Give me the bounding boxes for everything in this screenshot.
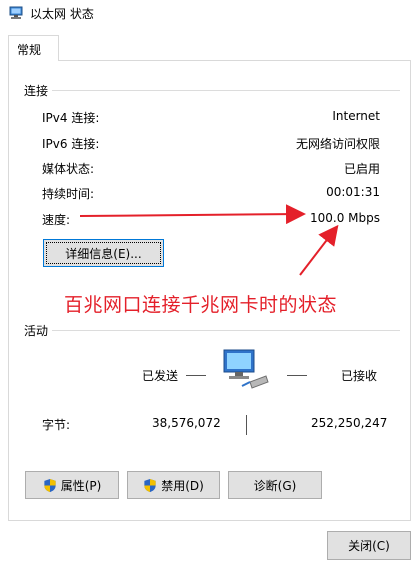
bytes-separator — [246, 415, 247, 435]
diagnose-button[interactable]: 诊断(G) — [228, 471, 322, 499]
ipv6-value: 无网络访问权限 — [295, 137, 380, 151]
connection-heading: 连接 — [24, 82, 53, 99]
bytes-sent-value: 38,576,072 — [152, 416, 221, 430]
disable-button-label: 禁用(D) — [161, 478, 204, 493]
close-button-label: 关闭(C) — [348, 539, 390, 553]
received-label: 已接收 — [341, 369, 378, 383]
activity-group-line — [52, 330, 400, 331]
network-computer-icon — [223, 349, 269, 389]
network-adapter-icon — [9, 6, 23, 19]
properties-button[interactable]: 属性(P) — [25, 471, 119, 499]
activity-heading: 活动 — [24, 322, 53, 339]
window-title: 以太网 状态 — [30, 7, 94, 21]
media-state-label: 媒体状态: — [42, 162, 95, 176]
title-bar[interactable]: 以太网 状态 — [0, 0, 420, 26]
ipv4-label: IPv4 连接: — [42, 111, 100, 125]
close-button[interactable]: 关闭(C) — [327, 531, 411, 560]
tab-general[interactable]: 常规 — [8, 35, 59, 61]
bytes-received-value: 252,250,247 — [311, 416, 388, 430]
received-dash — [287, 375, 307, 376]
tab-general-label: 常规 — [17, 43, 42, 57]
ipv6-label: IPv6 连接: — [42, 137, 100, 151]
properties-button-label: 属性(P) — [60, 478, 102, 493]
uac-shield-icon — [44, 478, 56, 492]
uac-shield-icon — [144, 478, 156, 492]
details-button[interactable]: 详细信息(E)... — [43, 239, 164, 267]
duration-value: 00:01:31 — [326, 185, 380, 199]
duration-label: 持续时间: — [42, 187, 95, 201]
disable-button[interactable]: 禁用(D) — [127, 471, 220, 499]
bytes-label: 字节: — [42, 418, 71, 432]
annotation-text: 百兆网口连接千兆网卡时的状态 — [64, 294, 338, 316]
sent-dash — [186, 375, 206, 376]
speed-label: 速度: — [42, 213, 71, 227]
media-state-value: 已启用 — [343, 162, 380, 176]
ipv4-value: Internet — [332, 109, 380, 123]
details-button-label: 详细信息(E)... — [65, 246, 142, 261]
connection-group-line — [52, 90, 400, 91]
diagnose-button-label: 诊断(G) — [253, 478, 297, 493]
sent-label: 已发送 — [142, 369, 179, 383]
speed-value: 100.0 Mbps — [309, 211, 380, 225]
